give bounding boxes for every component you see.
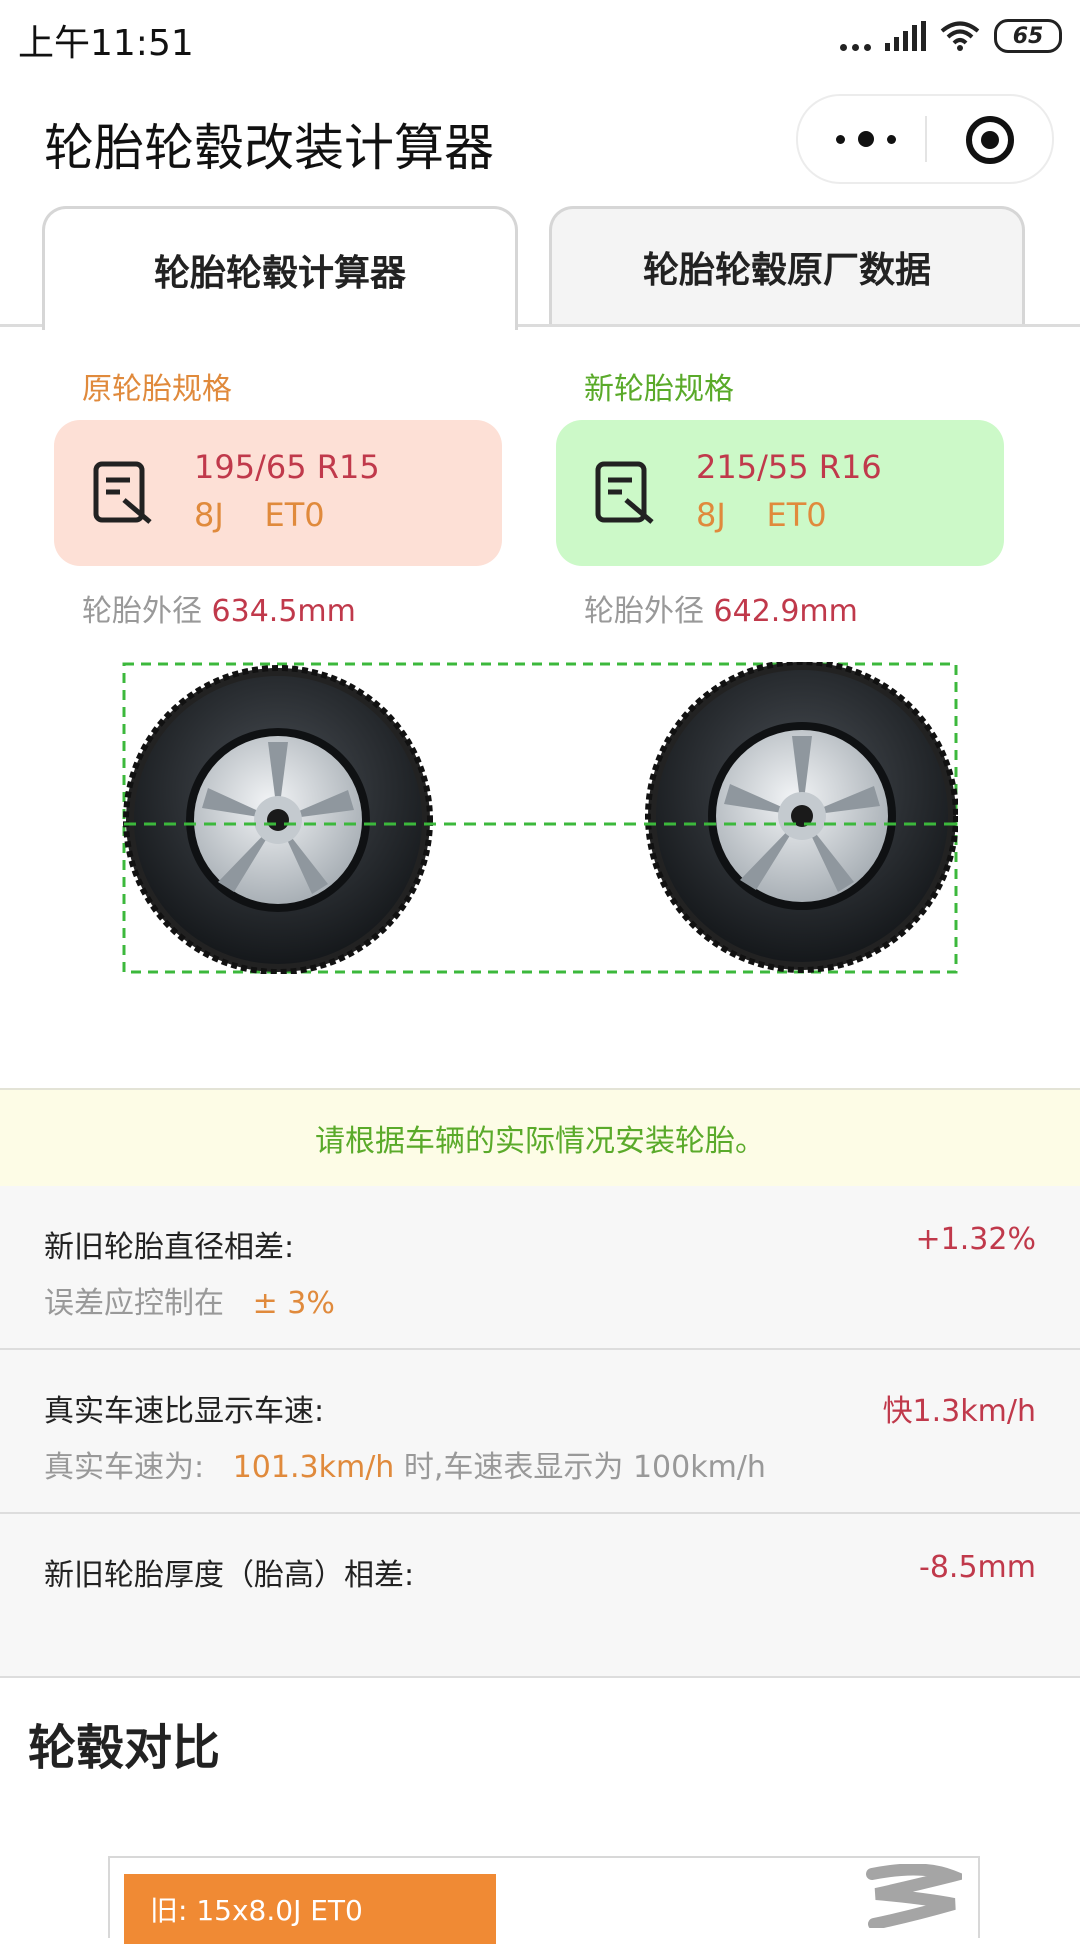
capsule-divider: [925, 116, 927, 162]
new-diameter-label: 轮胎外径: [584, 594, 704, 629]
result-row-sidewall: 新旧轮胎厚度（胎高）相差: -8.5mm: [0, 1514, 1080, 1678]
old-rim-label: 旧: 15x8.0J ET0: [124, 1874, 496, 1944]
more-icon[interactable]: [836, 126, 896, 152]
status-icons: 65: [840, 14, 1062, 58]
diameter-diff-hint: 误差应控制在 ± 3%: [44, 1278, 335, 1322]
speed-hint-suffix: 时,车速表显示为 100km/h: [403, 1450, 766, 1485]
rim-compare-title: 轮毂对比: [28, 1720, 221, 1776]
diameter-diff-value: +1.32%: [915, 1222, 1036, 1257]
original-spec-card[interactable]: 195/65 R15 8J ET0: [54, 420, 502, 566]
diameter-diff-hint-prefix: 误差应控制在: [44, 1286, 224, 1321]
original-diameter: 轮胎外径 634.5mm: [82, 586, 356, 630]
battery-level: 65: [1012, 23, 1044, 49]
sidewall-diff-value: -8.5mm: [919, 1550, 1036, 1585]
battery-icon: 65: [994, 19, 1062, 53]
more-signal-icon: [840, 21, 871, 51]
page-title: 轮胎轮毂改装计算器: [44, 119, 494, 177]
target-icon[interactable]: [966, 116, 1014, 164]
status-time: 上午11:51: [18, 23, 194, 64]
original-diameter-value: 634.5mm: [211, 594, 356, 629]
new-spec-card[interactable]: 215/55 R16 8J ET0: [556, 420, 1004, 566]
rim-profile-icon: [866, 1864, 962, 1928]
new-rim-spec: 8J ET0: [696, 496, 827, 534]
install-notice: 请根据车辆的实际情况安装轮胎。: [0, 1088, 1080, 1188]
new-tire-size: 215/55 R16: [696, 448, 882, 486]
original-spec-label: 原轮胎规格: [82, 372, 232, 407]
result-row-speed: 真实车速比显示车速: 快1.3km/h 真实车速为: 101.3km/h 时,车…: [0, 1350, 1080, 1514]
new-diameter: 轮胎外径 642.9mm: [584, 586, 858, 630]
diameter-diff-label: 新旧轮胎直径相差:: [44, 1230, 295, 1265]
original-tire-size: 195/65 R15: [194, 448, 380, 486]
tab-bar: 轮胎轮毂计算器 轮胎轮毂原厂数据: [0, 200, 1080, 330]
title-bar: 轮胎轮毂改装计算器: [0, 76, 1080, 200]
tab-calculator[interactable]: 轮胎轮毂计算器: [42, 206, 518, 330]
cell-signal-icon: [885, 21, 926, 51]
tire-wheel-icon: [645, 662, 958, 973]
wifi-icon: [940, 21, 980, 51]
speed-hint-prefix: 真实车速为:: [44, 1450, 205, 1485]
speed-label: 真实车速比显示车速:: [44, 1394, 325, 1429]
result-row-diameter: 新旧轮胎直径相差: +1.32% 误差应控制在 ± 3%: [0, 1186, 1080, 1350]
edit-note-icon: [595, 461, 654, 524]
rim-compare-panel: 旧: 15x8.0J ET0: [108, 1856, 980, 1944]
diameter-diff-tolerance: ± 3%: [252, 1286, 335, 1321]
original-rim-spec: 8J ET0: [194, 496, 325, 534]
tire-wheel-icon: [123, 665, 433, 974]
mini-program-capsule: [796, 94, 1054, 184]
sidewall-diff-label: 新旧轮胎厚度（胎高）相差:: [44, 1558, 415, 1593]
tire-comparison-graphic: [122, 662, 958, 974]
tab-factory-data[interactable]: 轮胎轮毂原厂数据: [549, 206, 1025, 324]
speed-hint: 真实车速为: 101.3km/h 时,车速表显示为 100km/h: [44, 1442, 766, 1486]
status-bar: 上午11:51 65: [0, 0, 1080, 76]
new-spec-label: 新轮胎规格: [584, 372, 734, 407]
new-diameter-value: 642.9mm: [713, 594, 858, 629]
real-speed-value: 101.3km/h: [232, 1450, 395, 1485]
speed-value: 快1.3km/h: [882, 1394, 1036, 1429]
original-diameter-label: 轮胎外径: [82, 594, 202, 629]
edit-note-icon: [93, 461, 152, 524]
